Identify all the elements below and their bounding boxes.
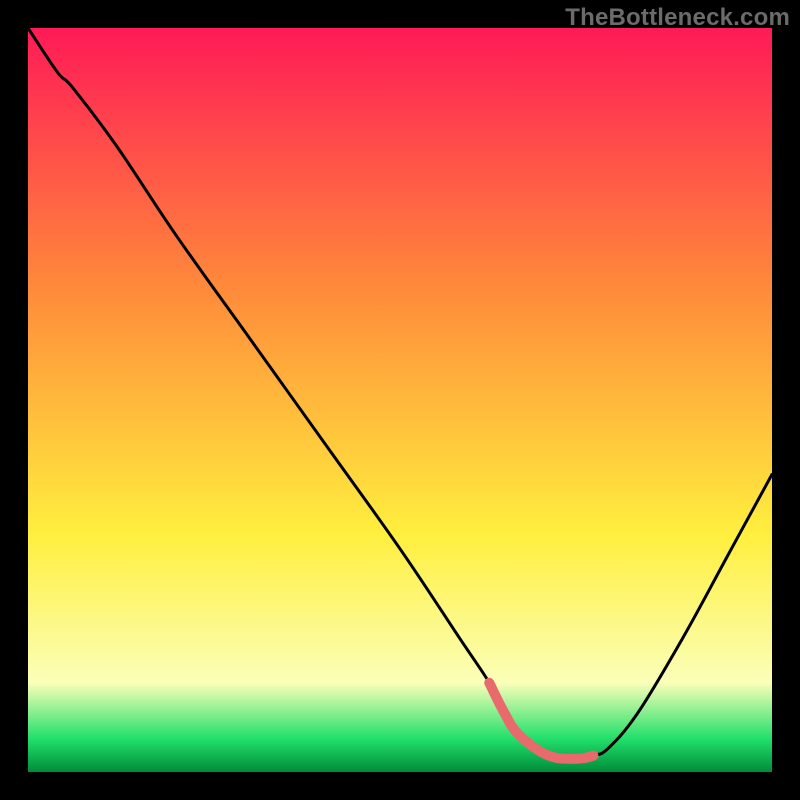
chart-svg <box>28 28 772 772</box>
chart-frame: TheBottleneck.com <box>0 0 800 800</box>
watermark-text: TheBottleneck.com <box>565 4 790 32</box>
gradient-bg <box>28 28 772 772</box>
plot-area <box>28 28 772 772</box>
